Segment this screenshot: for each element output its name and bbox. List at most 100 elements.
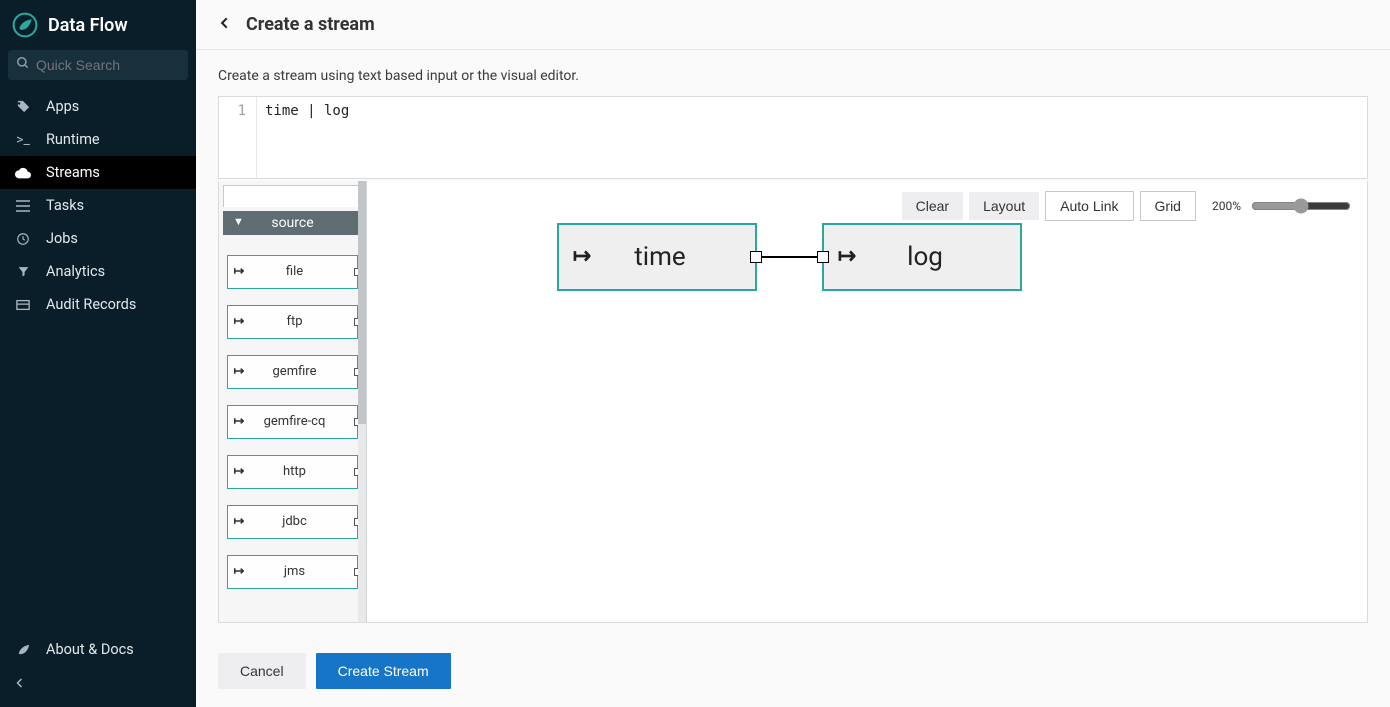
clear-button[interactable]: Clear [902,192,963,220]
leaf-small-icon [14,642,32,657]
create-stream-button[interactable]: Create Stream [316,653,451,689]
autolink-button[interactable]: Auto Link [1045,191,1133,221]
funnel-icon [14,265,32,278]
terminal-icon: >_ [14,132,32,148]
palette-item-label: file [250,264,357,279]
nav-label: Streams [46,164,100,181]
palette-search[interactable] [223,185,362,207]
chevron-left-icon [14,674,26,693]
palette-item-label: ftp [250,314,357,329]
nav-label: About & Docs [46,641,134,658]
layout-button[interactable]: Layout [969,192,1039,220]
palette-item-label: jms [250,564,357,579]
palette-item-ftp[interactable]: ftp [227,305,358,339]
back-button[interactable] [218,14,232,35]
palette-item-http[interactable]: http [227,455,358,489]
records-icon [14,299,32,311]
nav-item-about-docs[interactable]: About & Docs [0,631,196,668]
source-arrow-icon [228,414,250,429]
triangle-down-icon: ▼ [233,215,244,228]
palette-panel: ▼ source file ftp gemfire gemfire-cq http jdb… [219,181,367,622]
dsl-editor[interactable]: 1 time | log [218,96,1368,179]
palette-section-title: source [271,215,313,231]
palette-item-gemfire-cq[interactable]: gemfire-cq [227,405,358,439]
nav-item-analytics[interactable]: Analytics [0,255,196,288]
nav-item-jobs[interactable]: Jobs [0,222,196,255]
source-arrow-icon [228,264,250,279]
editor-gutter: 1 [219,97,257,178]
node-label: time [605,242,755,272]
nav-label: Apps [46,98,79,115]
palette-section-header[interactable]: ▼ source [223,211,362,235]
nav-item-audit-records[interactable]: Audit Records [0,288,196,321]
cloud-icon [14,167,32,179]
nav-label: Jobs [46,230,78,247]
source-arrow-icon [228,514,250,529]
palette-item-file[interactable]: file [227,255,358,289]
page-footer: Cancel Create Stream [196,637,1390,707]
palette-item-port[interactable] [354,418,362,426]
source-arrow-icon [228,314,250,329]
nav-item-apps[interactable]: Apps [0,90,196,123]
nav-item-tasks[interactable]: Tasks [0,189,196,222]
canvas-node-time[interactable]: time [557,223,757,291]
node-link [757,256,822,258]
nav-label: Analytics [46,263,105,280]
app-name: Data Flow [48,15,128,36]
node-arrow-icon [824,244,870,269]
zoom-slider[interactable] [1251,198,1351,214]
search-icon [16,56,30,74]
palette-item-label: gemfire [250,364,357,379]
node-port-out[interactable] [750,251,762,263]
sidebar-footer: About & Docs [0,631,196,707]
editor-code[interactable]: time | log [257,97,1367,178]
source-arrow-icon [228,564,250,579]
page-title: Create a stream [246,14,375,35]
tag-icon [14,99,32,114]
node-arrow-icon [559,244,605,269]
quick-search-input[interactable] [36,57,217,73]
stream-canvas[interactable]: Clear Layout Auto Link Grid 200% time log [367,181,1367,622]
sidebar: Data Flow Apps >_ Runtime [0,0,196,707]
node-port-in[interactable] [817,251,829,263]
grid-button[interactable]: Grid [1140,191,1196,221]
clock-icon [14,232,32,246]
line-number: 1 [238,103,246,119]
nav-label: Tasks [46,197,84,214]
page-subtext: Create a stream using text based input o… [218,68,1368,84]
palette-item-port[interactable] [354,468,362,476]
source-arrow-icon [228,464,250,479]
quick-search[interactable] [8,50,188,80]
canvas-toolbar: Clear Layout Auto Link Grid 200% [902,191,1351,221]
palette-item-port[interactable] [354,568,362,576]
nav-label: Audit Records [46,296,136,313]
palette-item-label: http [250,464,357,479]
collapse-sidebar-button[interactable] [0,668,196,699]
designer: ▼ source file ftp gemfire gemfire-cq http jdb… [218,181,1368,623]
app-logo: Data Flow [0,0,196,46]
leaf-icon [12,12,38,38]
content: Create a stream using text based input o… [196,50,1390,637]
cancel-button[interactable]: Cancel [218,653,306,689]
palette-item-port[interactable] [354,518,362,526]
nav-label: Runtime [46,131,100,148]
palette-item-label: jdbc [250,514,357,529]
canvas-node-log[interactable]: log [822,223,1022,291]
source-arrow-icon [228,364,250,379]
palette-list: file ftp gemfire gemfire-cq http jdbc jms [219,235,366,609]
node-label: log [870,242,1020,272]
nav-item-streams[interactable]: Streams [0,156,196,189]
page-header: Create a stream [196,0,1390,50]
nav-item-runtime[interactable]: >_ Runtime [0,123,196,156]
palette-search-input[interactable] [224,187,361,207]
palette-item-jdbc[interactable]: jdbc [227,505,358,539]
palette-item-label: gemfire-cq [250,414,357,429]
palette-item-port[interactable] [354,318,362,326]
palette-item-port[interactable] [354,268,362,276]
list-icon [14,200,32,212]
palette-item-jms[interactable]: jms [227,555,358,589]
palette-item-port[interactable] [354,368,362,376]
palette-item-gemfire[interactable]: gemfire [227,355,358,389]
main: Create a stream Create a stream using te… [196,0,1390,707]
nav: Apps >_ Runtime Streams Tasks [0,90,196,631]
